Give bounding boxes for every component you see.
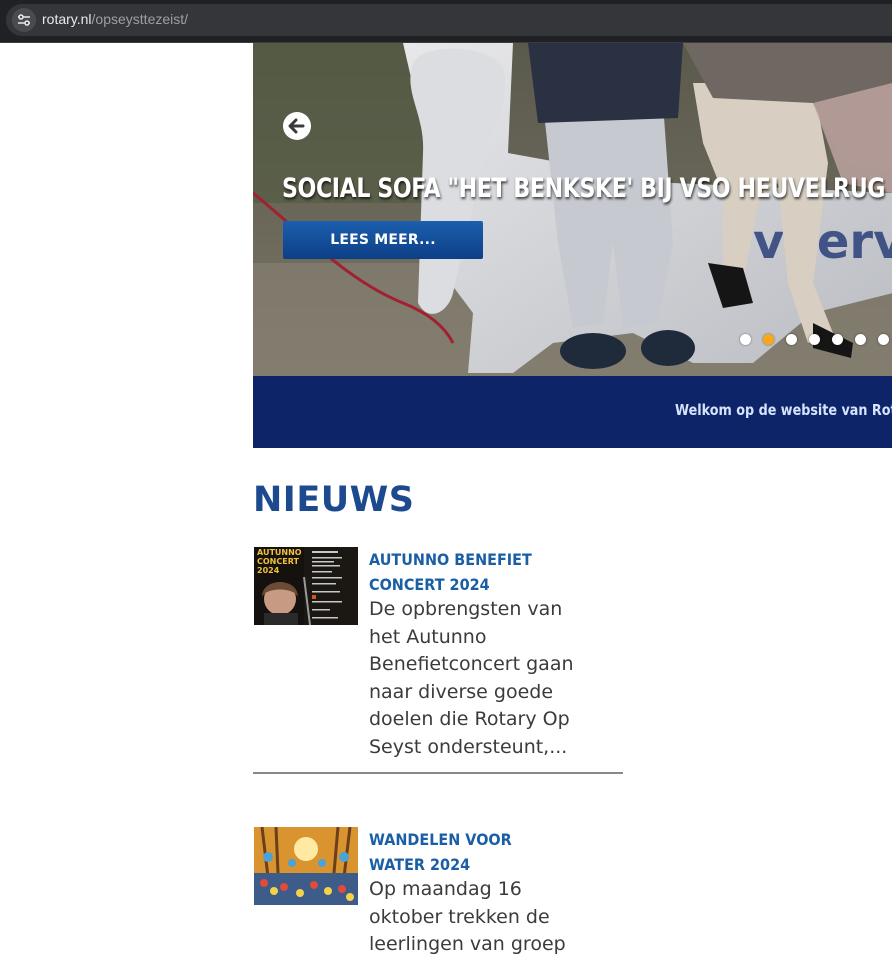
welcome-banner-text: Welkom op de website van Rota (675, 401, 892, 419)
slider-dot[interactable] (763, 334, 774, 345)
hero-photo: veerv (253, 43, 892, 376)
browser-address-bar: rotary.nl/opseysttezeist/ (0, 0, 892, 43)
slide-title: SOCIAL SOFA "HET BENKSKE' BIJ VSO HEUVEL… (282, 173, 886, 204)
previous-slide-button[interactable] (283, 112, 311, 140)
welcome-banner: Welkom op de website van Rota (253, 376, 892, 448)
slider-dot[interactable] (740, 334, 751, 345)
slider-dot[interactable] (786, 334, 797, 345)
url-omnibox[interactable]: rotary.nl/opseysttezeist/ (6, 4, 892, 36)
news-heading: NIEUWS (253, 480, 415, 520)
slider-dot[interactable] (809, 334, 820, 345)
news-item: AUTUNNO CONCERT 2024 AUTUNNO BENEFIET CO… (253, 547, 623, 775)
news-divider (253, 772, 623, 774)
news-item: WANDELEN VOOR WATER 2024 Op maandag 16 o… (253, 827, 623, 955)
tune-icon[interactable] (12, 8, 36, 32)
slider-dot[interactable] (832, 334, 843, 345)
url-domain: rotary.nl (42, 11, 92, 27)
news-excerpt: Op maandag 16 oktober trekken de leerlin… (369, 878, 566, 955)
url-path: /opseysttezeist/ (91, 11, 189, 27)
news-thumbnail-caption: AUTUNNO CONCERT 2024 (257, 548, 302, 575)
news-thumbnail[interactable] (254, 827, 358, 905)
slider-dot[interactable] (855, 334, 866, 345)
hero-slider[interactable]: veerv SOCIAL SOFA "HET BENKSKE' BIJ VSO … (253, 43, 892, 376)
news-title[interactable]: WANDELEN VOOR WATER 2024 (369, 827, 567, 877)
news-excerpt: De opbrengsten van het Autunno Benefietc… (369, 598, 574, 758)
read-more-button[interactable]: LEES MEER... (283, 221, 483, 259)
url-text[interactable]: rotary.nl/opseysttezeist/ (42, 11, 188, 27)
svg-text:veerv: veerv (753, 214, 892, 270)
news-title[interactable]: AUTUNNO BENEFIET CONCERT 2024 (369, 547, 567, 597)
slider-dot[interactable] (878, 334, 889, 345)
news-thumbnail[interactable]: AUTUNNO CONCERT 2024 (254, 547, 358, 625)
arrow-left-icon (288, 118, 305, 134)
